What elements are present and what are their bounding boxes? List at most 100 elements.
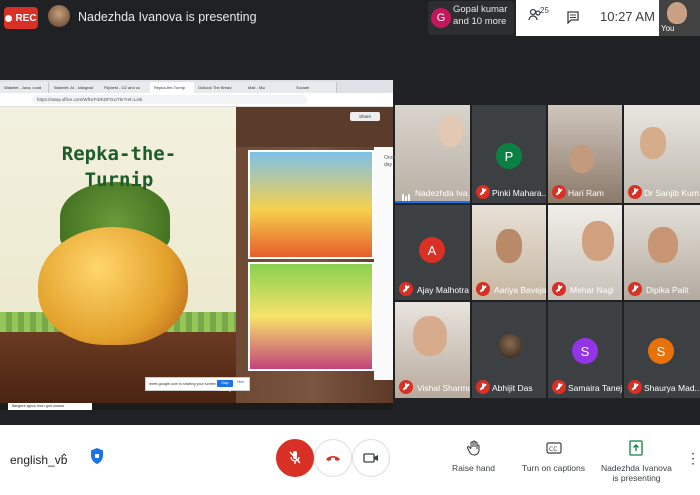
browser-tab: Outlook The Bread bbox=[194, 82, 245, 93]
svg-text:CC: CC bbox=[549, 446, 557, 453]
participant-name: Dipika Palit bbox=[646, 285, 689, 295]
mic-off-icon bbox=[552, 380, 566, 394]
slide-title-line2: Turnip bbox=[84, 169, 154, 191]
sharing-notice: meet.google.com is sharing your screen bbox=[145, 377, 250, 391]
participant-face bbox=[648, 227, 678, 263]
self-view-tile[interactable]: You bbox=[659, 0, 700, 36]
mic-off-icon bbox=[399, 282, 413, 296]
participant-tile[interactable]: Dipika Palit bbox=[624, 205, 700, 300]
participant-name: Vishal Sharma bbox=[417, 383, 470, 393]
self-video bbox=[667, 2, 687, 24]
participant-face bbox=[640, 127, 666, 159]
people-button[interactable]: 25 bbox=[528, 6, 549, 26]
participant-face bbox=[413, 316, 447, 356]
chat-button[interactable] bbox=[566, 10, 580, 29]
story-picture-2 bbox=[248, 262, 374, 371]
participant-name: Hari Ram bbox=[568, 188, 604, 198]
participant-tile[interactable]: Vishal Sharma bbox=[395, 302, 470, 398]
speaking-indicator-icon bbox=[402, 189, 412, 202]
windows-taskbar: Введите здесь текст для поиска bbox=[0, 403, 393, 410]
participant-face bbox=[439, 115, 463, 147]
rec-label: REC bbox=[15, 12, 37, 24]
participant-avatar: S bbox=[648, 338, 674, 364]
participant-avatar: P bbox=[496, 143, 522, 169]
active-speaker-bar bbox=[395, 201, 470, 203]
mic-off-icon bbox=[476, 380, 490, 394]
participant-name: Mehar Nagi bbox=[570, 285, 614, 295]
participant-tile[interactable]: S Samaira Taneja bbox=[548, 302, 622, 398]
browser-tab: Wakelet - Java, curat bbox=[0, 82, 49, 93]
participant-more: and 10 more bbox=[453, 16, 507, 27]
more-options-icon[interactable]: ⋮ bbox=[686, 450, 700, 467]
chat-icon bbox=[567, 11, 579, 25]
captions-icon: CC bbox=[545, 442, 562, 454]
browser-tab: Mail - Мы bbox=[244, 82, 293, 93]
participant-tile[interactable]: A Ajay Malhotra bbox=[395, 205, 470, 300]
raise-hand-button[interactable]: Raise hand bbox=[452, 439, 495, 473]
microphone-toggle-button[interactable] bbox=[276, 439, 314, 477]
participant-name: Abhijit Das bbox=[492, 383, 533, 393]
turnip-illustration bbox=[38, 227, 188, 345]
raise-hand-label: Raise hand bbox=[452, 463, 496, 473]
presenting-label-line1: Nadezhda Ivanova bbox=[601, 463, 672, 473]
participant-name: Shaurya Mad... bbox=[644, 383, 700, 393]
mic-off-icon bbox=[476, 282, 490, 296]
browser-tab: Sociale bbox=[292, 82, 337, 93]
story-picture-1 bbox=[248, 150, 374, 259]
participants-pill[interactable]: G Gopal kumar and 10 more bbox=[428, 1, 514, 35]
hang-up-icon bbox=[326, 456, 340, 461]
side-text-panel: Once day bbox=[374, 147, 396, 380]
slide-title-line1: Repka-the- bbox=[61, 143, 177, 165]
browser-tab-active: Repka-the-Turnip bbox=[150, 82, 197, 93]
meeting-code[interactable]: english_vb bbox=[10, 453, 67, 467]
taskbar-search: Введите здесь текст для поиска bbox=[8, 403, 92, 410]
mic-off-icon bbox=[628, 380, 642, 394]
participant-tile[interactable]: Nadezhda Iva... bbox=[395, 105, 470, 203]
camera-toggle-button[interactable] bbox=[352, 439, 390, 477]
chevron-up-icon[interactable]: ⌃ bbox=[60, 453, 68, 464]
captions-button[interactable]: CC Turn on captions bbox=[522, 439, 585, 473]
present-screen-icon bbox=[629, 440, 644, 456]
mic-off-icon bbox=[628, 282, 642, 296]
presenting-button[interactable]: Nadezhda Ivanova is presenting bbox=[601, 439, 672, 483]
mic-off-icon bbox=[552, 282, 566, 296]
participant-tile[interactable]: P Pinki Mahara... bbox=[472, 105, 546, 203]
participant-avatar bbox=[498, 334, 522, 358]
participant-tile[interactable]: S Shaurya Mad... bbox=[624, 302, 700, 398]
participant-avatar: G bbox=[431, 8, 451, 28]
participant-name: Pinki Mahara... bbox=[492, 188, 546, 198]
leave-call-button[interactable] bbox=[314, 439, 352, 477]
participant-face bbox=[570, 145, 594, 173]
participant-count: 25 bbox=[540, 6, 549, 15]
mic-off-icon bbox=[476, 185, 490, 199]
participant-tile[interactable]: Mehar Nagi bbox=[548, 205, 622, 300]
address-bar: https://sway.office.com/WfHrFIDKDFGxrTkr… bbox=[0, 93, 393, 107]
participant-tile[interactable]: Aariya Baveja bbox=[472, 205, 546, 300]
participant-name: Nadezhda Iva... bbox=[415, 188, 470, 198]
participant-tile[interactable]: Hari Ram bbox=[548, 105, 622, 203]
shield-icon[interactable] bbox=[90, 447, 104, 465]
participant-name: Gopal kumar bbox=[453, 4, 508, 15]
presenting-label-line2: is presenting bbox=[612, 473, 661, 483]
participant-name: Ajay Malhotra bbox=[417, 285, 469, 295]
browser-tabs: Wakelet - Java, curat Wakelet: Ar - kids… bbox=[0, 80, 393, 93]
recording-badge: REC bbox=[4, 7, 38, 29]
url-text: https://sway.office.com/WfHrFIDKDFGxrTkr… bbox=[32, 95, 307, 104]
participants-summary: Gopal kumar and 10 more bbox=[453, 4, 507, 28]
participant-name: Samaira Taneja bbox=[568, 383, 622, 393]
presenting-text: Nadezhda Ivanova is presenting bbox=[78, 10, 257, 24]
participant-tile[interactable]: Dr Sanjib Kum... bbox=[624, 105, 700, 203]
slide-title: Repka-the- Turnip bbox=[44, 141, 194, 193]
browser-tab: Wakelet: Ar - kidsgrad bbox=[50, 82, 103, 93]
mic-off-icon bbox=[628, 185, 642, 199]
participant-name: Aariya Baveja bbox=[494, 285, 546, 295]
bottom-controls-bar: english_vb ⌃ Raise hand CC Turn on capti… bbox=[0, 425, 700, 495]
top-bar: REC Nadezhda Ivanova is presenting G Gop… bbox=[0, 0, 700, 38]
hide-button: Hide bbox=[237, 380, 245, 384]
hand-icon bbox=[466, 440, 480, 456]
mic-off-icon bbox=[552, 185, 566, 199]
self-label: You bbox=[661, 24, 675, 33]
clock-time: 10:27 AM bbox=[600, 9, 655, 24]
participant-tile[interactable]: Abhijit Das bbox=[472, 302, 546, 398]
presenter-avatar bbox=[48, 5, 70, 27]
